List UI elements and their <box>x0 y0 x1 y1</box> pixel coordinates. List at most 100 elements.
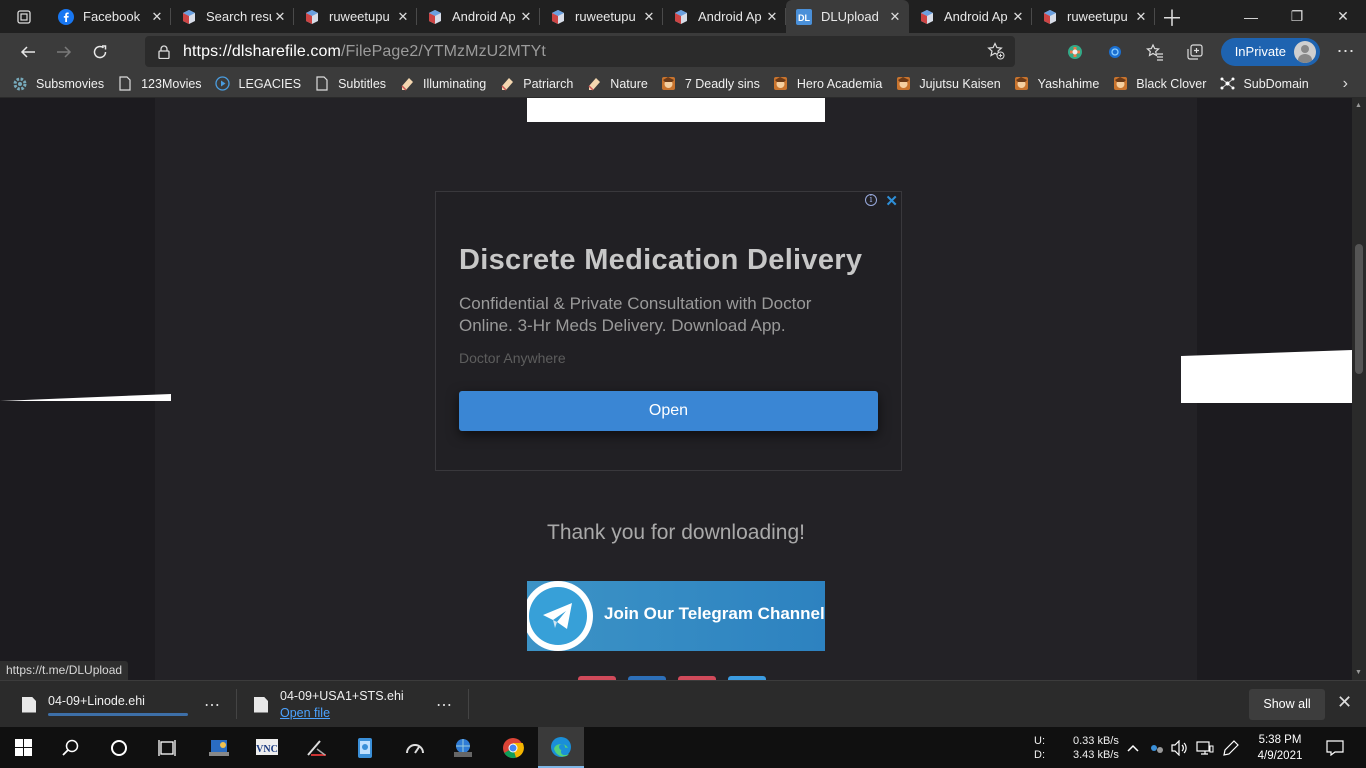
page-scrollbar[interactable]: ▲ ▼ <box>1352 98 1366 680</box>
favorite-subsmovies[interactable]: Subsmovies <box>12 76 104 92</box>
close-icon[interactable]: ✕ <box>395 9 411 25</box>
favorite-hero-academia[interactable]: Hero Academia <box>773 76 882 92</box>
taskbar-app-vnc[interactable]: VNC <box>244 727 290 768</box>
tab-ruweetupu-2[interactable]: ruweetupu ✕ <box>540 0 663 33</box>
taskbar-app-tool[interactable] <box>294 727 340 768</box>
favorite-label: Yashahime <box>1037 76 1100 91</box>
taskbar-app-vpn[interactable] <box>196 727 242 768</box>
taskbar-app-speedometer[interactable] <box>392 727 438 768</box>
forward-button[interactable] <box>46 36 82 68</box>
settings-menu-button[interactable]: ⋯ <box>1326 36 1366 68</box>
minimize-button[interactable]: — <box>1228 0 1274 33</box>
close-icon[interactable]: ✕ <box>764 9 780 25</box>
show-all-downloads-button[interactable]: Show all <box>1249 689 1325 720</box>
address-bar[interactable]: https://dlsharefile.com/FilePage2/YTMzMz… <box>145 36 1015 67</box>
restore-button[interactable]: ❐ <box>1274 0 1320 33</box>
refresh-button[interactable] <box>82 36 118 68</box>
close-icon[interactable]: ✕ <box>887 9 903 25</box>
open-file-link[interactable]: Open file <box>280 706 404 720</box>
favorite-label: Nature <box>610 76 648 91</box>
tab-android-1[interactable]: Android Ap ✕ <box>417 0 540 33</box>
inprivate-button[interactable]: InPrivate <box>1220 37 1320 66</box>
close-window-button[interactable]: ✕ <box>1320 0 1366 33</box>
download-more-button[interactable]: ⋯ <box>204 695 221 715</box>
tab-android-2[interactable]: Android Ap ✕ <box>663 0 786 33</box>
favorite-patriarch[interactable]: Patriarch <box>499 76 573 92</box>
taskbar-app-network[interactable] <box>440 727 486 768</box>
refresh-icon <box>93 44 107 58</box>
add-favorite-icon[interactable] <box>987 42 1005 65</box>
ad-close-icon[interactable]: ✕ <box>885 192 898 210</box>
tab-facebook[interactable]: Facebook ✕ <box>48 0 171 33</box>
ad-headline[interactable]: Discrete Medication Delivery <box>459 244 862 277</box>
favorite-7-deadly-sins[interactable]: 7 Deadly sins <box>661 76 760 92</box>
download-more-button[interactable]: ⋯ <box>436 695 453 715</box>
download-filename: 04-09+Linode.ehi <box>48 693 145 708</box>
lock-icon[interactable] <box>145 44 183 59</box>
scroll-down-icon[interactable]: ▼ <box>1355 669 1362 676</box>
chevron-right-icon[interactable]: › <box>1343 75 1348 93</box>
favorites-icon[interactable] <box>1135 36 1175 68</box>
close-downloads-bar-icon[interactable]: ✕ <box>1337 692 1352 713</box>
start-button[interactable] <box>0 727 46 768</box>
favorite-illuminating[interactable]: Illuminating <box>399 76 486 92</box>
scroll-up-icon[interactable]: ▲ <box>1355 102 1362 109</box>
close-icon[interactable]: ✕ <box>1133 9 1149 25</box>
favorite-nature[interactable]: Nature <box>586 76 648 92</box>
show-hidden-icons-button[interactable] <box>1122 727 1144 768</box>
task-view-button[interactable] <box>144 727 190 768</box>
tab-actions-button[interactable] <box>0 0 48 33</box>
network-button[interactable] <box>1192 727 1218 768</box>
favorite-label: LEGACIES <box>238 76 302 91</box>
close-icon[interactable]: ✕ <box>641 9 657 25</box>
file-icon <box>254 696 268 713</box>
pencil-icon <box>499 76 515 92</box>
facebook-icon <box>58 8 74 25</box>
close-icon[interactable]: ✕ <box>272 9 288 25</box>
cortana-button[interactable] <box>96 727 142 768</box>
tab-ruweetupu-3[interactable]: ruweetupu ✕ <box>1032 0 1155 33</box>
right-banner-placeholder[interactable] <box>1181 350 1352 403</box>
tab-label: Android Ap <box>944 9 1008 24</box>
vpn-extension-icon[interactable] <box>1095 36 1135 68</box>
ad-open-button[interactable]: Open <box>459 391 878 431</box>
tab-ruweetupu-1[interactable]: ruweetupu ✕ <box>294 0 417 33</box>
taskbar-app-chrome[interactable] <box>490 727 536 768</box>
pencil-icon <box>586 76 602 92</box>
extension-icon[interactable] <box>1055 36 1095 68</box>
search-button[interactable] <box>48 727 94 768</box>
telegram-channel-button[interactable]: Join Our Telegram Channel <box>527 581 825 651</box>
favorite-subdomain[interactable]: SubDomain <box>1219 76 1309 92</box>
tray-app-icon[interactable] <box>1146 727 1168 768</box>
download-item[interactable]: 04-09+Linode.ehi ⋯ <box>22 681 228 728</box>
pen-button[interactable] <box>1218 727 1244 768</box>
favorite-subtitles[interactable]: Subtitles <box>314 76 386 92</box>
notification-icon <box>1326 739 1344 756</box>
net-download-label: D: <box>1034 749 1045 761</box>
clock[interactable]: 5:38 PM 4/9/2021 <box>1245 732 1315 764</box>
scrollbar-thumb[interactable] <box>1355 244 1363 374</box>
favorite-jujutsu-kaisen[interactable]: Jujutsu Kaisen <box>895 76 1001 92</box>
ad-unit[interactable]: i ✕ Discrete Medication Delivery Confide… <box>435 191 902 471</box>
close-icon[interactable]: ✕ <box>1010 9 1026 25</box>
back-button[interactable] <box>10 36 46 68</box>
action-center-button[interactable] <box>1312 727 1358 768</box>
favorite-legacies[interactable]: LEGACIES <box>215 76 302 92</box>
taskbar-app-phone[interactable] <box>342 727 388 768</box>
close-icon[interactable]: ✕ <box>149 9 165 25</box>
tab-bar: Facebook ✕ Search resu ✕ ruweetupu ✕ And… <box>0 0 1366 33</box>
tab-dlupload[interactable]: DL DLUpload ✕ <box>786 0 909 33</box>
favorite-123movies[interactable]: 123Movies <box>117 76 202 92</box>
tab-android-3[interactable]: Android Ap ✕ <box>909 0 1032 33</box>
favorite-yashahime[interactable]: Yashahime <box>1014 76 1100 92</box>
collections-icon[interactable] <box>1175 36 1215 68</box>
taskbar-app-edge[interactable] <box>538 727 584 768</box>
volume-button[interactable] <box>1168 727 1192 768</box>
ad-info-icon[interactable]: i <box>865 194 877 206</box>
favorite-black-clover[interactable]: Black Clover <box>1112 76 1206 92</box>
close-icon[interactable]: ✕ <box>518 9 534 25</box>
tab-search-results[interactable]: Search resu ✕ <box>171 0 294 33</box>
page-icon <box>117 76 133 92</box>
download-item[interactable]: 04-09+USA1+STS.ehi Open file ⋯ <box>254 681 460 728</box>
new-tab-button[interactable]: ＋ <box>1155 0 1189 33</box>
